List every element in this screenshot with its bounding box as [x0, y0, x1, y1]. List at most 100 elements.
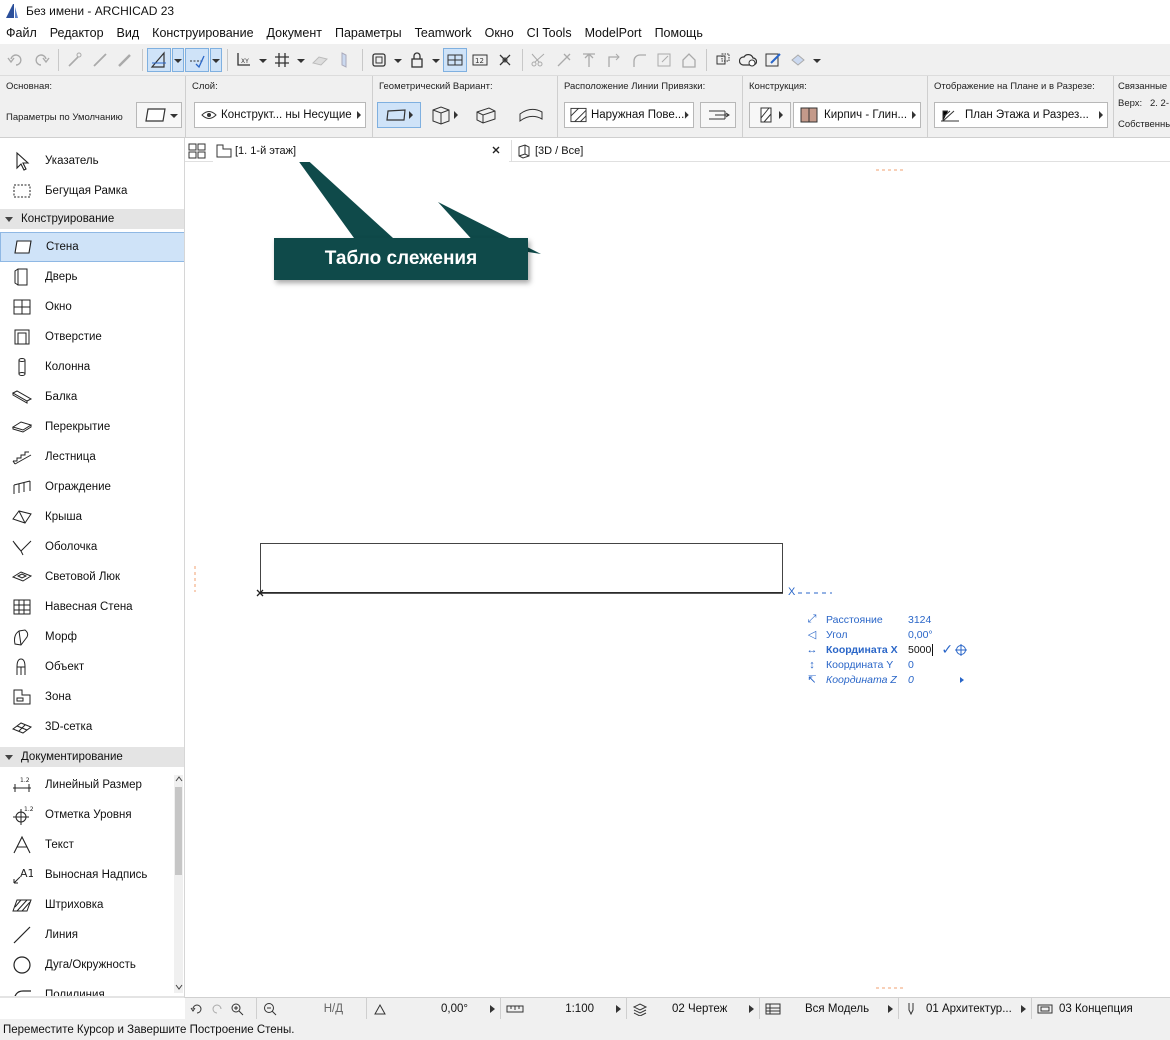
toolbox-wall[interactable]: Стена: [0, 232, 184, 262]
pen-set-value[interactable]: 01 Архитектур...: [926, 1003, 1012, 1015]
toolbox-level-dimension[interactable]: 1.2 Отметка Уровня: [0, 800, 184, 830]
tracker-row[interactable]: ↸ Координата Z 0: [805, 672, 965, 687]
orientation-icon[interactable]: [372, 1002, 388, 1016]
menu-ci-tools[interactable]: CI Tools: [521, 26, 579, 40]
crosshair-icon[interactable]: [955, 643, 968, 656]
undo-button[interactable]: [4, 48, 28, 72]
groups-dropdown[interactable]: [392, 48, 404, 72]
grid-snap-dropdown[interactable]: [295, 48, 307, 72]
toolbox-shell[interactable]: Оболочка: [0, 532, 184, 562]
toolbox-window[interactable]: Окно: [0, 292, 184, 322]
menu-design[interactable]: Конструирование: [146, 26, 260, 40]
rotate-view-icon[interactable]: [190, 1002, 204, 1016]
zoom-value[interactable]: Н/Д: [324, 1003, 343, 1015]
menu-modelport[interactable]: ModelPort: [579, 26, 649, 40]
toolbox-curtain-wall[interactable]: Навесная Стена: [0, 592, 184, 622]
toolbox-stair[interactable]: Лестница: [0, 442, 184, 472]
menu-document[interactable]: Документ: [261, 26, 329, 40]
guide-lines-button[interactable]: [147, 47, 171, 72]
toolbox-fill[interactable]: Штриховка: [0, 890, 184, 920]
lock-button[interactable]: [405, 48, 429, 72]
snap-guides-button[interactable]: [185, 47, 209, 72]
fit-in-window-icon[interactable]: [262, 1002, 278, 1016]
toolbox-mesh[interactable]: 3D-сетка: [0, 712, 184, 742]
toolbox-morph[interactable]: Морф: [0, 622, 184, 652]
render-dropdown[interactable]: [811, 48, 823, 72]
toolbox-line[interactable]: Линия: [0, 920, 184, 950]
scissors-button[interactable]: [527, 48, 551, 72]
toolbox-door[interactable]: Дверь: [0, 262, 184, 292]
chevron-right-icon[interactable]: [1021, 1004, 1026, 1013]
layer-select[interactable]: Конструкт... ны Несущие: [194, 102, 366, 128]
redo-button[interactable]: [29, 48, 53, 72]
menu-file[interactable]: Файл: [0, 26, 44, 40]
tab-floor-plan[interactable]: [1. 1-й этаж]: [213, 140, 509, 162]
toolbox-roof[interactable]: Крыша: [0, 502, 184, 532]
floor-plan-display-select[interactable]: План Этажа и Разрез...: [934, 102, 1108, 128]
tracker-row[interactable]: ↕ Координата Y 0: [805, 657, 914, 672]
chevron-right-icon[interactable]: [749, 1004, 754, 1013]
scrollbar-thumb[interactable]: [175, 787, 182, 875]
add-roof-button[interactable]: [677, 48, 701, 72]
chevron-right-icon[interactable]: [959, 676, 965, 684]
toolbox-railing[interactable]: Ограждение: [0, 472, 184, 502]
dimension-display-button[interactable]: 12: [468, 48, 492, 72]
scroll-down-icon[interactable]: [175, 983, 183, 991]
toolbox-marquee[interactable]: Бегущая Рамка: [0, 176, 184, 206]
tracker-value[interactable]: 0: [908, 659, 914, 671]
scroll-up-icon[interactable]: [175, 775, 183, 783]
toolbox-arc[interactable]: Дуга/Окружность: [0, 950, 184, 980]
resize-button[interactable]: [652, 48, 676, 72]
tracker-value[interactable]: 0: [908, 674, 914, 686]
toolbox-section-header[interactable]: Конструирование: [0, 209, 184, 229]
tracker-row[interactable]: ↔ Координата X 5000 ✓: [805, 641, 968, 657]
layers-icon[interactable]: [632, 1002, 648, 1016]
eyedropper-button[interactable]: [88, 48, 112, 72]
guide-lines-dropdown[interactable]: [172, 47, 184, 72]
snap-guides-dropdown[interactable]: [210, 47, 222, 72]
tab-3d[interactable]: [3D / Все]: [511, 140, 641, 162]
scale-value[interactable]: 1:100: [565, 1003, 594, 1015]
model-view-value[interactable]: Вся Модель: [805, 1003, 869, 1015]
tracker-toggle-button[interactable]: [443, 47, 467, 72]
toolbox-object[interactable]: Объект: [0, 652, 184, 682]
toolbox-opening[interactable]: Отверстие: [0, 322, 184, 352]
menu-options[interactable]: Параметры: [329, 26, 409, 40]
solid-ops-button[interactable]: [711, 48, 735, 72]
toolbox-scrollbar[interactable]: [174, 775, 183, 993]
toolbox-section-misc[interactable]: Разное: [0, 996, 184, 998]
refline-select[interactable]: Наружная Пове...: [564, 102, 694, 128]
structure-type-button[interactable]: [749, 102, 791, 128]
building-material-select[interactable]: Кирпич - Глин...: [793, 102, 921, 128]
layer-combo-value[interactable]: 02 Чертеж: [672, 1003, 727, 1015]
cloud-sync-button[interactable]: [736, 48, 760, 72]
wall-preview[interactable]: [260, 543, 783, 593]
adjust-button[interactable]: [577, 48, 601, 72]
chevron-right-icon[interactable]: [490, 1004, 495, 1013]
magic-wand-button[interactable]: [63, 48, 87, 72]
toolbox-text[interactable]: Текст: [0, 830, 184, 860]
toolbox-slab[interactable]: Перекрытие: [0, 412, 184, 442]
angle-value[interactable]: 0,00°: [441, 1003, 468, 1015]
menu-window[interactable]: Окно: [479, 26, 521, 40]
grid-snap-button[interactable]: [270, 48, 294, 72]
top-link-value[interactable]: 2. 2-: [1150, 98, 1169, 109]
publish-button[interactable]: [761, 48, 785, 72]
tool-settings-button[interactable]: [136, 102, 182, 128]
xy-coord-dropdown[interactable]: [257, 48, 269, 72]
geometry-straight-button[interactable]: [377, 102, 421, 128]
toolbox-label[interactable]: A1 Выносная Надпись: [0, 860, 184, 890]
toolbox-beam[interactable]: Балка: [0, 382, 184, 412]
geometry-curved-button[interactable]: [517, 102, 549, 128]
close-icon[interactable]: [491, 145, 501, 155]
toolbox-dimension[interactable]: 1.2 Линейный Размер: [0, 770, 184, 800]
floor-plan-canvas[interactable]: X: [186, 162, 1170, 998]
scale-icon[interactable]: [506, 1003, 524, 1015]
syringe-button[interactable]: [113, 48, 137, 72]
split-button[interactable]: [552, 48, 576, 72]
snap-points-button[interactable]: [493, 48, 517, 72]
menu-help[interactable]: Помощь: [649, 26, 710, 40]
tracker-row[interactable]: ◁ Угол 0,00°: [805, 627, 933, 642]
chevron-right-icon[interactable]: [888, 1004, 893, 1013]
xy-coord-button[interactable]: XY: [232, 48, 256, 72]
